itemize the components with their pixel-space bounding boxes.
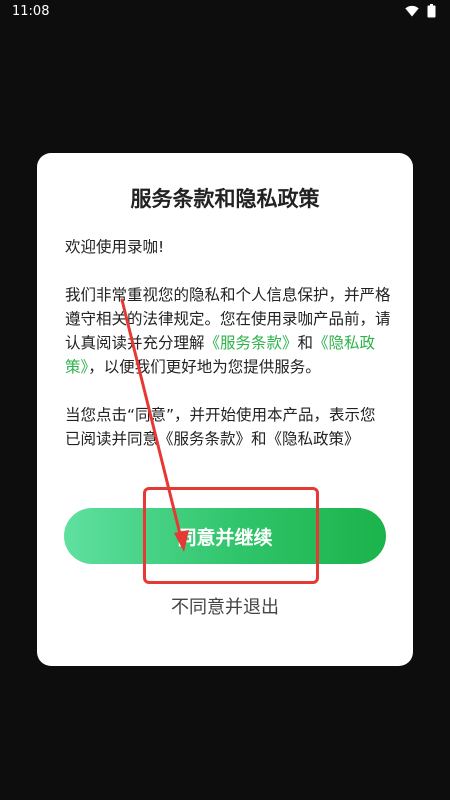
wifi-icon: [405, 5, 419, 17]
privacy-paragraph: 我们非常重视您的隐私和个人信息保护，并严格遵守相关的法律规定。您在使用录咖产品前…: [65, 283, 391, 379]
dialog-body[interactable]: 欢迎使用录咖! 我们非常重视您的隐私和个人信息保护，并严格遵守相关的法律规定。您…: [65, 235, 391, 481]
dialog-title: 服务条款和隐私政策: [130, 187, 320, 211]
status-bar: 11:08: [0, 0, 450, 22]
consent-paragraph: 当您点击“同意”，并开始使用本产品，表示您已阅读并同意《服务条款》和《隐私政策》: [65, 406, 376, 448]
battery-icon: [427, 4, 436, 18]
annotation-highlight-box: [143, 487, 319, 584]
welcome-text: 欢迎使用录咖!: [65, 238, 165, 256]
status-icons: [405, 4, 436, 18]
terms-of-service-link[interactable]: 《服务条款》: [205, 334, 298, 352]
disagree-and-exit-button[interactable]: 不同意并退出: [37, 593, 413, 619]
status-time: 11:08: [12, 3, 50, 19]
paragraph-text: 和: [297, 334, 314, 352]
privacy-dialog: 服务条款和隐私政策 欢迎使用录咖! 我们非常重视您的隐私和个人信息保护，并严格遵…: [37, 153, 413, 666]
paragraph-text: ，以便我们更好地为您提供服务。: [88, 358, 321, 376]
